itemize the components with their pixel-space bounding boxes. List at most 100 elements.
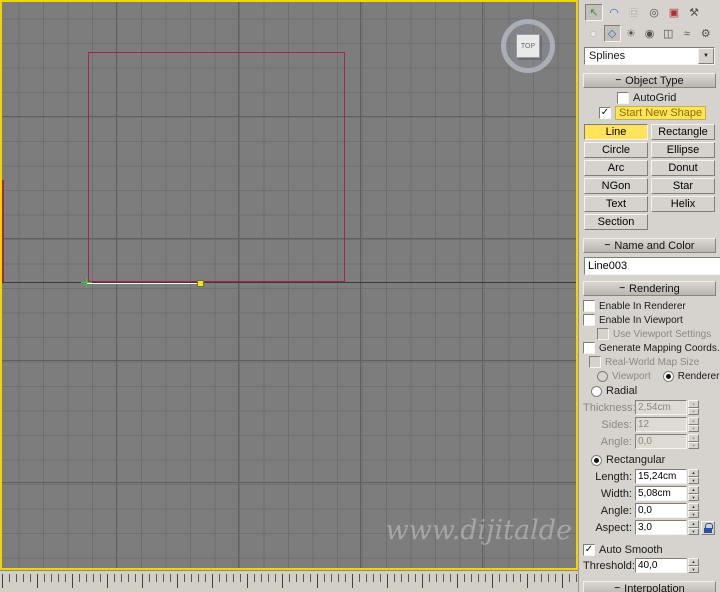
star-button[interactable]: Star [651, 178, 715, 194]
timeline-major-ticks [2, 574, 578, 588]
aspect-label: Aspect: [595, 521, 632, 534]
geometry-category-icon[interactable]: ● [585, 25, 602, 42]
spinner-up-icon[interactable]: ▲ [688, 486, 699, 494]
width-spinner[interactable]: ▲ ▼ [688, 486, 699, 501]
start-new-shape-label[interactable]: Start New Shape [615, 106, 707, 120]
rectangle-button[interactable]: Rectangle [651, 124, 715, 140]
spinner-down-icon[interactable]: ▼ [688, 407, 699, 415]
lights-category-icon[interactable]: ☀ [623, 25, 640, 42]
start-new-shape-checkbox[interactable]: ✓ [599, 107, 611, 119]
utilities-tab-icon[interactable]: ⚒ [685, 4, 703, 21]
angle-radial-input[interactable] [635, 434, 687, 449]
rollout-title: Name and Color [614, 239, 695, 252]
enable-viewport-checkbox[interactable] [583, 314, 595, 326]
interpolation-rollout-header[interactable]: − Interpolation [583, 581, 716, 592]
spinner-down-icon[interactable]: ▼ [688, 565, 699, 573]
rectangular-radio[interactable] [591, 454, 602, 466]
angle-rect-spinner[interactable]: ▲ ▼ [688, 503, 699, 518]
angle-rect-label: Angle: [600, 504, 632, 517]
radial-radio-row: Radial [591, 385, 716, 397]
angle-radial-spinner[interactable]: ▲ ▼ [688, 434, 699, 449]
viewport-radio-label: Viewport [612, 371, 651, 382]
threshold-spinner[interactable]: ▲ ▼ [688, 558, 699, 573]
spinner-up-icon[interactable]: ▲ [688, 558, 699, 566]
thickness-spinner[interactable]: ▲ ▼ [688, 400, 699, 415]
enable-renderer-checkbox[interactable] [583, 300, 595, 312]
spinner-down-icon[interactable]: ▼ [688, 527, 699, 535]
spline-category-dropdown[interactable]: Splines ▼ [584, 47, 715, 65]
top-viewport[interactable]: TOP www.dijitalde [0, 0, 578, 570]
spinner-up-icon[interactable]: ▲ [688, 503, 699, 511]
line-button[interactable]: Line [584, 124, 648, 140]
helix-button[interactable]: Helix [651, 196, 715, 212]
name-color-rollout-header[interactable]: − Name and Color [583, 238, 716, 253]
enable-viewport-label: Enable In Viewport [599, 314, 683, 326]
arc-button[interactable]: Arc [584, 160, 648, 176]
rendering-rollout-header[interactable]: − Rendering [583, 281, 716, 296]
motion-tab-icon[interactable]: ◎ [645, 4, 663, 21]
dropdown-selected-value: Splines [589, 50, 626, 62]
viewcube-top-face[interactable]: TOP [516, 34, 540, 58]
helpers-category-icon[interactable]: ◫ [660, 25, 677, 42]
spinner-down-icon[interactable]: ▼ [688, 476, 699, 484]
aspect-lock-icon[interactable] [701, 520, 715, 535]
thickness-input[interactable] [635, 400, 687, 415]
spinner-down-icon[interactable]: ▼ [688, 424, 699, 432]
use-viewport-settings-checkbox[interactable] [597, 328, 609, 340]
real-world-checkbox[interactable] [589, 356, 601, 368]
threshold-input[interactable] [635, 558, 687, 573]
radial-radio[interactable] [591, 385, 602, 397]
modify-tab-icon[interactable]: ◠ [605, 4, 623, 21]
track-bar-timeline[interactable] [0, 570, 578, 592]
rectangular-radio-label: Rectangular [606, 454, 666, 466]
width-label: Width: [600, 487, 632, 500]
angle-rect-field-row: Angle: ▲ ▼ [583, 503, 716, 518]
view-navigation-ring[interactable]: TOP [501, 19, 555, 73]
spinner-up-icon[interactable]: ▲ [688, 520, 699, 528]
systems-category-icon[interactable]: ⚙ [697, 25, 714, 42]
spinner-down-icon[interactable]: ▼ [688, 510, 699, 518]
auto-smooth-checkbox[interactable]: ✓ [583, 544, 595, 556]
renderer-radio[interactable] [662, 371, 674, 382]
angle-rect-input[interactable] [635, 503, 687, 518]
create-tab-icon[interactable]: ↖ [585, 4, 603, 21]
hierarchy-tab-icon[interactable]: ⊞ [625, 4, 643, 21]
spacewarps-category-icon[interactable]: ≈ [679, 25, 696, 42]
text-button[interactable]: Text [584, 196, 648, 212]
ngon-button[interactable]: NGon [584, 178, 648, 194]
cameras-category-icon[interactable]: ◉ [641, 25, 658, 42]
spinner-up-icon[interactable]: ▲ [688, 434, 699, 442]
generate-mapping-label: Generate Mapping Coords. [599, 342, 720, 354]
viewport-renderer-radio-row: Viewport Renderer [597, 371, 719, 382]
enable-renderer-label: Enable In Renderer [599, 300, 686, 312]
spinner-down-icon[interactable]: ▼ [688, 441, 699, 449]
viewport-radio[interactable] [597, 371, 608, 382]
real-world-row: Real-World Map Size [589, 356, 716, 368]
spinner-down-icon[interactable]: ▼ [688, 493, 699, 501]
aspect-spinner[interactable]: ▲ ▼ [688, 520, 699, 535]
width-input[interactable] [635, 486, 687, 501]
sides-input[interactable] [635, 417, 687, 432]
circle-button[interactable]: Circle [584, 142, 648, 158]
shapes-category-icon[interactable]: ◇ [603, 25, 621, 42]
generate-mapping-checkbox[interactable] [583, 342, 595, 354]
display-tab-icon[interactable]: ▣ [665, 4, 683, 21]
chevron-down-icon[interactable]: ▼ [698, 48, 714, 64]
ellipse-button[interactable]: Ellipse [651, 142, 715, 158]
watermark-text: www.dijitalde [385, 515, 572, 546]
donut-button[interactable]: Donut [651, 160, 715, 176]
autogrid-row: AutoGrid [617, 92, 716, 104]
autogrid-checkbox[interactable] [617, 92, 629, 104]
enable-renderer-row: Enable In Renderer [583, 300, 716, 312]
object-name-input[interactable] [584, 257, 720, 275]
aspect-input[interactable] [635, 520, 687, 535]
section-button[interactable]: Section [584, 214, 648, 230]
spinner-up-icon[interactable]: ▲ [688, 400, 699, 408]
length-spinner[interactable]: ▲ ▼ [688, 469, 699, 484]
length-input[interactable] [635, 469, 687, 484]
collapse-icon: − [614, 583, 621, 592]
sides-spinner[interactable]: ▲ ▼ [688, 417, 699, 432]
spinner-up-icon[interactable]: ▲ [688, 469, 699, 477]
object-type-rollout-header[interactable]: − Object Type [583, 73, 716, 88]
spinner-up-icon[interactable]: ▲ [688, 417, 699, 425]
